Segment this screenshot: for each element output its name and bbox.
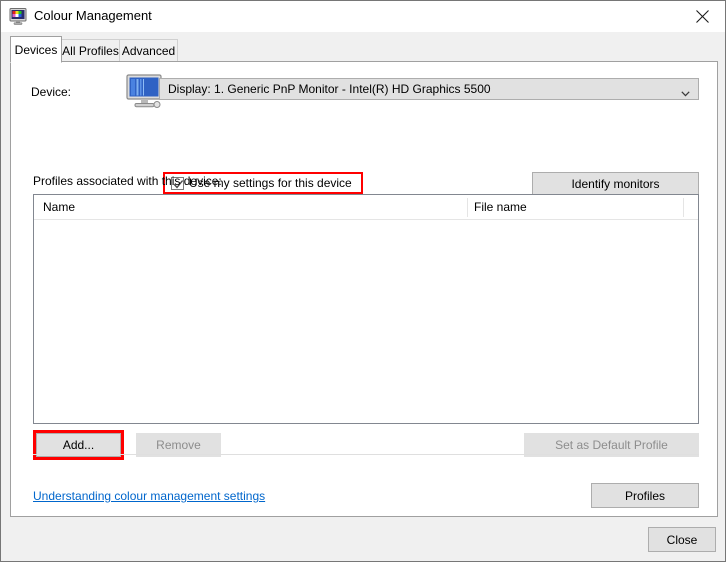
listview-header: Name File name: [34, 195, 698, 220]
remove-profile-label: Remove: [156, 438, 201, 452]
close-button-label: Close: [666, 532, 698, 547]
window-title: Colour Management: [34, 8, 152, 23]
tab-strip: Devices All Profiles Advanced: [1, 32, 725, 63]
column-divider-2: [683, 198, 684, 217]
column-header-file-name[interactable]: File name: [474, 200, 527, 214]
profiles-list-label: Profiles associated with this device:: [33, 174, 222, 188]
tab-devices-label: Devices: [14, 42, 58, 57]
colour-monitor-icon: [9, 7, 27, 25]
close-icon[interactable]: [679, 1, 725, 32]
chevron-down-icon: [681, 86, 690, 97]
tab-devices[interactable]: Devices: [10, 36, 62, 63]
identify-monitors-label: Identify monitors: [571, 177, 660, 191]
title-bar: Colour Management: [1, 1, 725, 32]
colour-management-window: Colour Management Devices All Profiles A…: [0, 0, 726, 562]
profiles-button-label: Profiles: [624, 488, 665, 503]
separator: [33, 454, 699, 455]
tab-all-profiles[interactable]: All Profiles: [61, 39, 120, 62]
listview-body: [34, 220, 698, 423]
profiles-listview[interactable]: Name File name: [33, 194, 699, 424]
tab-advanced-label: Advanced: [121, 43, 176, 58]
understanding-colour-management-link[interactable]: Understanding colour management settings: [33, 489, 265, 503]
close-button[interactable]: Close: [648, 527, 716, 552]
add-profile-label: Add...: [62, 438, 95, 452]
device-dropdown[interactable]: Display: 1. Generic PnP Monitor - Intel(…: [159, 78, 699, 100]
devices-tab-panel: Device: Display: 1. Generic PnP Monitor …: [10, 61, 718, 517]
tab-advanced[interactable]: Advanced: [119, 39, 178, 62]
device-label: Device:: [31, 85, 72, 99]
tab-all-profiles-label: All Profiles: [62, 43, 119, 58]
column-header-name[interactable]: Name: [43, 200, 75, 214]
set-default-profile-label: Set as Default Profile: [555, 438, 668, 452]
device-dropdown-value: Display: 1. Generic PnP Monitor - Intel(…: [168, 82, 491, 96]
identify-monitors-button[interactable]: Identify monitors: [532, 172, 699, 196]
column-divider-1: [467, 198, 468, 217]
profiles-button[interactable]: Profiles: [591, 483, 699, 508]
